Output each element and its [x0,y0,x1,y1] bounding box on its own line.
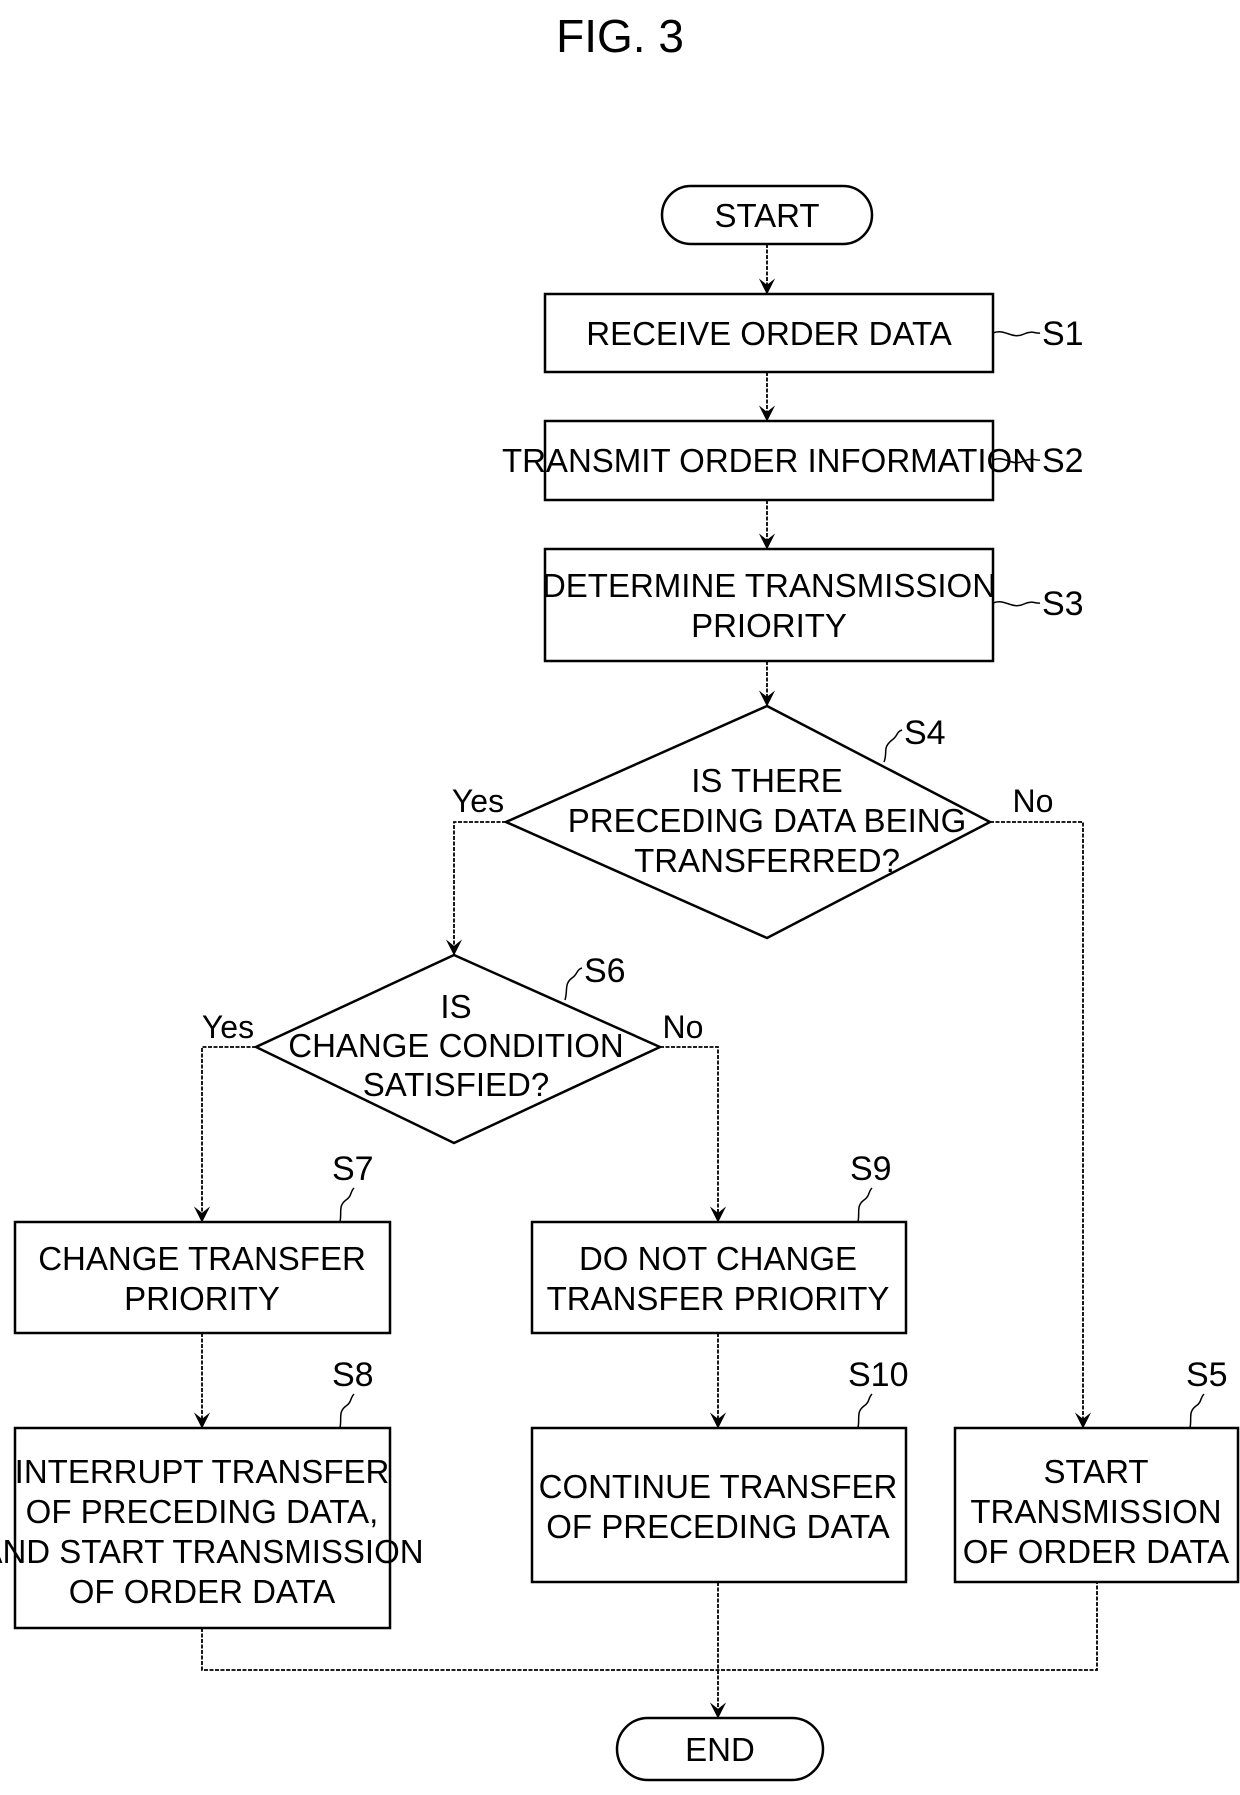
decision-s6-text-line2: CHANGE CONDITION [288,1027,624,1064]
step-s3-leader [992,601,1041,607]
step-s3: DETERMINE TRANSMISSION PRIORITY S3 [542,547,1084,663]
decision-s4: IS THERE PRECEDING DATA BEING TRANSFERRE… [452,704,1054,940]
arrow-s4-yes-to-s6 [445,821,506,956]
decision-s6-yes-label: Yes [202,1009,254,1045]
step-s7-label: S7 [332,1150,374,1188]
decision-s4-yes-label: Yes [452,783,504,819]
step-s5-label: S5 [1186,1356,1228,1394]
end-terminal: END [615,1716,825,1782]
step-s3-text-line2: PRIORITY [691,607,847,644]
step-s8-leader [339,1393,355,1429]
step-s7-text-line1: CHANGE TRANSFER [38,1240,366,1277]
step-s2-text: TRANSMIT ORDER INFORMATION [502,442,1036,479]
arrow-s6-no-to-s9 [660,1046,727,1223]
step-s8-text-line3: AND START TRANSMISSION [0,1533,424,1570]
step-s1-label: S1 [1042,315,1084,353]
step-s10-box [530,1426,908,1584]
step-s10-text-line1: CONTINUE TRANSFER [539,1468,898,1505]
step-s7-leader [339,1187,355,1223]
arrow-s6-yes-to-s7 [193,1046,256,1223]
figure-title: FIG. 3 [556,10,684,62]
end-label: END [685,1731,755,1768]
step-s1-text: RECEIVE ORDER DATA [586,315,952,352]
step-s3-text-line1: DETERMINE TRANSMISSION [542,567,996,604]
decision-s6: IS CHANGE CONDITION SATISFIED? S6 Yes No [202,952,704,1145]
step-s8: INTERRUPT TRANSFER OF PRECEDING DATA, AN… [0,1356,424,1630]
step-s2: TRANSMIT ORDER INFORMATION S2 [502,419,1084,502]
step-s9-text-line2: TRANSFER PRIORITY [547,1280,890,1317]
step-s5-text-line1: START [1043,1453,1148,1490]
decision-s6-text-line3: SATISFIED? [363,1066,549,1103]
step-s8-label: S8 [332,1356,374,1394]
decision-s6-label: S6 [584,952,626,990]
step-s5: START TRANSMISSION OF ORDER DATA S5 [953,1356,1240,1584]
decision-s4-text-line3: TRANSFERRED? [634,842,900,879]
step-s9-text-line1: DO NOT CHANGE [579,1240,857,1277]
decision-s6-no-label: No [663,1009,704,1045]
step-s9-label: S9 [850,1150,892,1188]
decision-s6-text-line1: IS [440,988,471,1025]
step-s2-label: S2 [1042,442,1084,480]
step-s5-leader [1189,1393,1205,1429]
decision-s4-leader [883,729,903,763]
start-terminal: START [660,184,874,246]
step-s5-text-line3: OF ORDER DATA [963,1533,1229,1570]
step-s5-text-line2: TRANSMISSION [970,1493,1221,1530]
decision-s6-leader [564,967,583,1001]
step-s10-text-line2: OF PRECEDING DATA [546,1508,889,1545]
decision-s4-label: S4 [904,714,946,752]
step-s10-leader [857,1393,873,1429]
step-s8-text-line4: OF ORDER DATA [69,1573,335,1610]
step-s10-label: S10 [848,1356,909,1394]
decision-s4-text-line2: PRECEDING DATA BEING [568,802,967,839]
step-s3-box [543,547,995,663]
step-s8-text-line1: INTERRUPT TRANSFER [15,1453,390,1490]
step-s9: DO NOT CHANGE TRANSFER PRIORITY S9 [530,1150,908,1335]
arrow-s4-no-to-s5 [990,821,1092,1429]
decision-s4-no-label: No [1013,783,1054,819]
step-s7-text-line2: PRIORITY [124,1280,280,1317]
flowchart: FIG. 3 START RECEIVE ORDER DATA S1 TRANS… [0,10,1240,1782]
step-s10: CONTINUE TRANSFER OF PRECEDING DATA S10 [530,1356,909,1584]
step-s8-text-line2: OF PRECEDING DATA, [26,1493,379,1530]
step-s9-leader [857,1187,873,1223]
start-label: START [714,197,819,234]
decision-s4-text-line1: IS THERE [691,762,843,799]
step-s1: RECEIVE ORDER DATA S1 [543,292,1084,374]
step-s1-leader [992,331,1041,337]
step-s3-label: S3 [1042,585,1084,623]
